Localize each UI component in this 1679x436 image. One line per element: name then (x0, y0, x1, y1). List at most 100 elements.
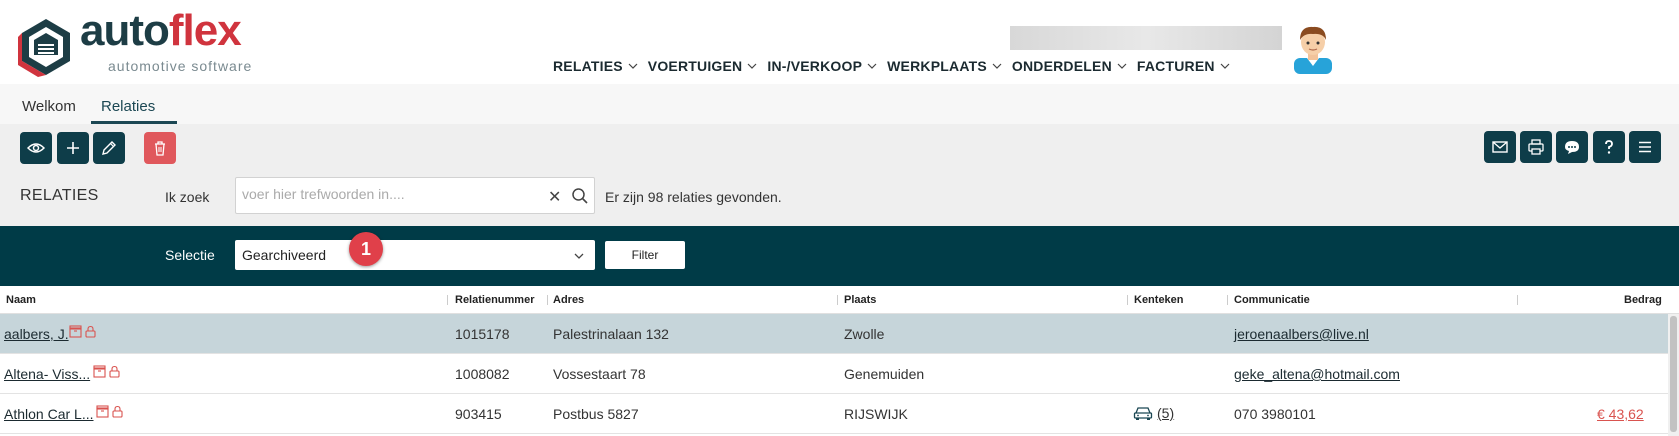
column-separator[interactable] (1517, 295, 1518, 305)
menu-icon (1639, 141, 1651, 153)
chevron-down-icon (628, 63, 638, 69)
col-plaats[interactable]: Plaats (844, 294, 876, 306)
main-navigation: RELATIES VOERTUIGEN IN-/VERKOOP WERKPLAA… (553, 58, 1240, 74)
help-button[interactable] (1593, 131, 1625, 163)
search-label: Ik zoek (165, 189, 210, 205)
tab-bar: Welkom Relaties (0, 84, 1679, 124)
cell-adres: Postbus 5827 (553, 406, 639, 422)
edit-button[interactable] (93, 132, 125, 164)
column-separator[interactable] (1227, 295, 1228, 305)
result-count: Er zijn 98 relaties gevonden. (605, 189, 782, 205)
chevron-down-icon (1117, 63, 1127, 69)
col-adres[interactable]: Adres (553, 294, 584, 306)
page-title: RELATIES (20, 187, 99, 204)
cell-communicatie[interactable]: jeroenaalbers@live.nl (1234, 326, 1369, 342)
autoflex-logo[interactable]: autoflex automotive software (18, 9, 278, 77)
row-flags (96, 405, 124, 418)
selection-label: Selectie (165, 247, 215, 263)
search-icon[interactable] (571, 187, 589, 205)
step-marker-badge: 1 (349, 232, 383, 266)
cell-naam[interactable]: aalbers, J. (4, 326, 69, 342)
cell-communicatie: 070 3980101 (1234, 406, 1316, 422)
nav-werkplaats[interactable]: WERKPLAATS (887, 58, 1002, 74)
redacted-user-name (1010, 26, 1282, 50)
pencil-icon (102, 141, 116, 155)
column-separator[interactable] (837, 295, 838, 305)
eye-icon (27, 143, 45, 153)
cell-communicatie[interactable]: geke_altena@hotmail.com (1234, 366, 1400, 382)
row-flags (93, 365, 121, 378)
vertical-scrollbar[interactable] (1668, 314, 1679, 436)
help-icon (1605, 140, 1613, 154)
chat-button[interactable] (1556, 131, 1588, 163)
selection-bar: Selectie Gearchiveerd 1 Filter (0, 226, 1679, 286)
cell-naam[interactable]: Athlon Car L... (4, 406, 94, 422)
search-box: ✕ (235, 177, 595, 214)
cell-plaats: Genemuiden (844, 366, 925, 382)
archive-icon (69, 325, 82, 338)
nav-onderdelen[interactable]: ONDERDELEN (1012, 58, 1127, 74)
logo-mark-icon (18, 19, 70, 77)
selection-value: Gearchiveerd (242, 247, 327, 263)
logo-wordmark: autoflex (80, 6, 242, 55)
chat-icon (1565, 141, 1579, 154)
cell-kenteken[interactable]: (5) (1133, 405, 1174, 421)
nav-relaties[interactable]: RELATIES (553, 58, 638, 74)
cell-relatienummer: 903415 (455, 406, 502, 422)
nav-voertuigen[interactable]: VOERTUIGEN (648, 58, 758, 74)
logo-tagline: automotive software (108, 58, 253, 74)
cell-adres: Vossestaart 78 (553, 366, 646, 382)
col-bedrag[interactable]: Bedrag (1624, 294, 1662, 306)
app-header: autoflex automotive software RELATIES VO… (0, 0, 1679, 84)
archive-icon (96, 405, 109, 418)
scrollbar-thumb[interactable] (1670, 316, 1677, 432)
add-button[interactable] (57, 132, 89, 164)
car-icon (1133, 407, 1153, 420)
archive-icon (93, 365, 106, 378)
column-separator[interactable] (547, 295, 548, 305)
delete-button[interactable] (144, 132, 176, 164)
trash-icon (155, 141, 165, 156)
cell-plaats: RIJSWIJK (844, 406, 908, 422)
search-input[interactable] (242, 186, 542, 202)
table-row[interactable]: aalbers, J. 1015178 Palestrinalaan 132 Z… (0, 314, 1668, 354)
lock-icon (109, 365, 120, 378)
cell-relatienummer: 1015178 (455, 326, 510, 342)
table-row[interactable]: Athlon Car L... 903415 Postbus 5827 RIJS… (0, 394, 1668, 434)
chevron-down-icon (1220, 63, 1230, 69)
column-separator[interactable] (1127, 295, 1128, 305)
vehicle-count[interactable]: (5) (1157, 405, 1174, 421)
user-avatar-icon[interactable] (1290, 22, 1336, 74)
col-kenteken[interactable]: Kenteken (1134, 294, 1184, 306)
column-separator[interactable] (447, 295, 448, 305)
cell-bedrag[interactable]: € 43,62 (1597, 406, 1644, 422)
print-icon (1528, 139, 1544, 155)
table-row[interactable]: Altena- Viss... 1008082 Vossestaart 78 G… (0, 354, 1668, 394)
selection-dropdown[interactable]: Gearchiveerd (235, 240, 595, 270)
chevron-down-icon (867, 63, 877, 69)
lock-icon (85, 325, 96, 338)
tab-welkom[interactable]: Welkom (22, 98, 76, 115)
filter-button[interactable]: Filter (605, 241, 685, 269)
view-button[interactable] (20, 132, 52, 164)
chevron-down-icon (992, 63, 1002, 69)
lock-icon (112, 405, 123, 418)
col-relatienummer[interactable]: Relatienummer (455, 294, 534, 306)
clear-icon[interactable]: ✕ (548, 187, 561, 207)
cell-relatienummer: 1008082 (455, 366, 510, 382)
mail-icon (1492, 141, 1508, 153)
chevron-down-icon (747, 63, 757, 69)
plus-icon (67, 142, 79, 154)
col-naam[interactable]: Naam (6, 294, 36, 306)
mail-button[interactable] (1484, 131, 1516, 163)
menu-button[interactable] (1629, 131, 1661, 163)
row-flags (69, 325, 97, 338)
col-communicatie[interactable]: Communicatie (1234, 294, 1310, 306)
tab-relaties[interactable]: Relaties (101, 98, 155, 115)
print-button[interactable] (1520, 131, 1552, 163)
cell-naam[interactable]: Altena- Viss... (4, 366, 90, 382)
nav-in-verkoop[interactable]: IN-/VERKOOP (767, 58, 877, 74)
nav-facturen[interactable]: FACTUREN (1137, 58, 1230, 74)
cell-adres: Palestrinalaan 132 (553, 326, 669, 342)
table-header: Naam Relatienummer Adres Plaats Kenteken… (0, 286, 1679, 314)
